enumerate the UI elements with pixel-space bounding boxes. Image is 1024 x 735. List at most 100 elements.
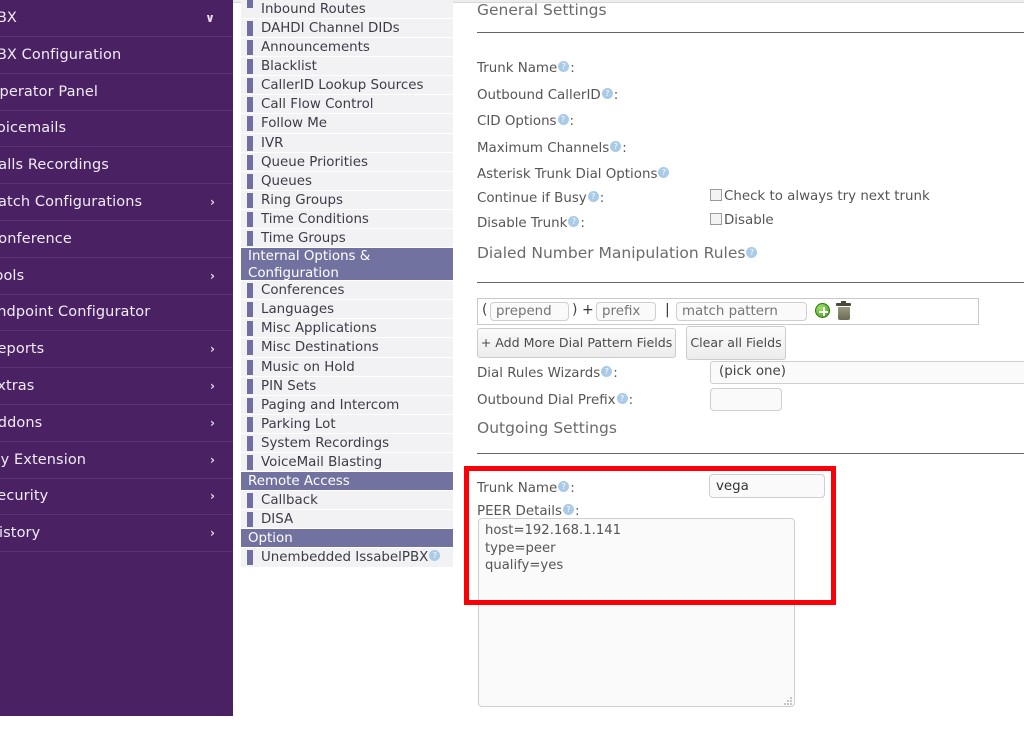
sidebar-item-endpoint-configurator[interactable]: Endpoint Configurator: [0, 295, 233, 332]
nav-item-dahdi-channel-dids[interactable]: DAHDI Channel DIDs: [241, 19, 453, 39]
help-icon[interactable]: ?: [658, 167, 670, 178]
help-icon[interactable]: ?: [429, 550, 441, 562]
nav-item-label: DISA: [261, 512, 294, 528]
nav-item-unembedded-issabelpbx[interactable]: Unembedded IssabelPBX?: [241, 548, 453, 568]
nav-item-announcements[interactable]: Announcements: [241, 38, 453, 58]
nav-item-call-flow-control[interactable]: Call Flow Control: [241, 95, 453, 115]
sidebar-item-pbx[interactable]: PBX ∨: [0, 0, 233, 37]
help-icon[interactable]: ?: [587, 191, 599, 202]
chevron-right-icon[interactable]: ›: [210, 489, 215, 503]
nav-item-blacklist[interactable]: Blacklist: [241, 57, 453, 77]
outgoing-trunk-name-label: Trunk Name?:: [477, 481, 575, 496]
nav-item-ring-groups[interactable]: Ring Groups: [241, 190, 453, 210]
bullet-marker-icon: [247, 454, 253, 470]
chevron-right-icon[interactable]: ›: [210, 269, 215, 283]
nav-item-queues[interactable]: Queues: [241, 171, 453, 191]
bullet-marker-icon: [247, 59, 253, 75]
sidebar-item-operator-panel[interactable]: Operator Panel: [0, 74, 233, 111]
general-settings-divider: [477, 32, 1024, 33]
peer-details-label: PEER Details?:: [477, 504, 580, 519]
bullet-marker-icon: [247, 231, 253, 247]
delete-row-icon[interactable]: [836, 301, 851, 320]
sidebar-item-history[interactable]: History ›: [0, 515, 233, 553]
help-icon[interactable]: ?: [558, 61, 570, 72]
nav-section-header-label: Remote Access: [248, 474, 350, 490]
nav-item-time-conditions[interactable]: Time Conditions: [241, 209, 453, 230]
help-icon[interactable]: ?: [601, 88, 613, 99]
nav-item-voicemail-blasting[interactable]: VoiceMail Blasting: [241, 452, 453, 473]
nav-item-label: Time Conditions: [261, 211, 369, 227]
sidebar-item-my-extension[interactable]: My Extension ›: [0, 442, 233, 479]
nav-item-time-groups[interactable]: Time Groups: [241, 229, 453, 249]
help-icon[interactable]: ?: [610, 141, 622, 152]
sidebar-item-voicemails[interactable]: Voicemails: [0, 111, 233, 148]
disable-trunk-checkbox[interactable]: [710, 213, 722, 225]
sidebar-item-reports[interactable]: Reports ›: [0, 331, 233, 369]
sidebar-item-tools[interactable]: Tools ›: [0, 258, 233, 295]
nav-item-callback[interactable]: Callback: [241, 491, 453, 511]
add-row-icon[interactable]: [815, 303, 830, 318]
sidebar-item-conference[interactable]: Conference: [0, 221, 233, 258]
sidebar-item-batch-configurations[interactable]: Batch Configurations ›: [0, 184, 233, 221]
resize-grip-icon[interactable]: [784, 697, 793, 706]
nav-item-disa[interactable]: DISA: [241, 510, 453, 530]
nav-item-follow-me[interactable]: Follow Me: [241, 114, 453, 134]
help-icon[interactable]: ?: [601, 366, 613, 377]
outgoing-trunk-name-label-text: Trunk Name: [477, 481, 558, 496]
pipe-separator: |: [665, 302, 670, 318]
nav-item-label: Misc Applications: [261, 321, 377, 337]
nav-item-pin-sets[interactable]: PIN Sets: [241, 376, 453, 396]
outbound-callerid-label: Outbound CallerID?:: [477, 88, 619, 103]
nav-item-languages[interactable]: Languages: [241, 300, 453, 320]
sidebar-item-calls-recordings[interactable]: Calls Recordings: [0, 147, 233, 185]
nav-item-misc-destinations[interactable]: Misc Destinations: [241, 338, 453, 358]
nav-item-queue-priorities[interactable]: Queue Priorities: [241, 152, 453, 172]
outgoing-trunk-name-input[interactable]: [709, 474, 825, 498]
sidebar-item-pbx-configuration[interactable]: PBX Configuration: [0, 37, 233, 74]
chevron-right-icon[interactable]: ›: [210, 379, 215, 393]
nav-item-conferences[interactable]: Conferences: [241, 281, 453, 301]
dial-rules-wizards-select[interactable]: (pick one): [710, 361, 1024, 384]
app-root: PBX ∨ PBX Configuration Operator Panel Voice…: [0, 0, 1024, 735]
help-icon[interactable]: ?: [558, 481, 570, 492]
nav-item-parking-lot[interactable]: Parking Lot: [241, 414, 453, 434]
nav-item-inbound-routes[interactable]: Inbound Routes: [241, 0, 453, 19]
chevron-right-icon[interactable]: ›: [210, 416, 215, 430]
bullet-marker-icon: [247, 359, 253, 375]
chevron-right-icon[interactable]: ›: [210, 526, 215, 540]
clear-all-fields-button[interactable]: Clear all Fields: [686, 326, 786, 360]
chevron-right-icon[interactable]: ›: [210, 195, 215, 209]
help-icon[interactable]: ?: [616, 393, 628, 404]
sidebar-item-addons[interactable]: Addons ›: [0, 405, 233, 442]
caret-down-icon[interactable]: ∨: [205, 11, 215, 25]
bullet-marker-icon: [247, 40, 253, 56]
dial-rules-wizards-label-text: Dial Rules Wizards: [477, 366, 601, 381]
nav-item-system-recordings[interactable]: System Recordings: [241, 433, 453, 453]
maximum-channels-label: Maximum Channels?:: [477, 141, 627, 156]
nav-item-misc-applications[interactable]: Misc Applications: [241, 319, 453, 339]
sidebar-item-security[interactable]: Security ›: [0, 479, 233, 516]
continue-if-busy-checkbox[interactable]: [710, 189, 722, 201]
prepend-input[interactable]: [490, 302, 569, 321]
help-icon[interactable]: ?: [557, 114, 569, 125]
help-icon[interactable]: ?: [568, 216, 580, 227]
chevron-right-icon[interactable]: ›: [210, 342, 215, 356]
bullet-marker-icon: [247, 340, 253, 356]
nav-item-paging-and-intercom[interactable]: Paging and Intercom: [241, 395, 453, 415]
outbound-dial-prefix-input[interactable]: [710, 388, 782, 411]
nav-item-ivr[interactable]: IVR: [241, 133, 453, 153]
sidebar-item-label: My Extension: [0, 451, 87, 468]
chevron-right-icon[interactable]: ›: [210, 453, 215, 467]
trunk-name-label: Trunk Name?:: [477, 61, 575, 76]
add-more-dial-pattern-fields-button[interactable]: + Add More Dial Pattern Fields: [477, 328, 676, 358]
asterisk-dial-options-label-text: Asterisk Trunk Dial Options: [477, 167, 658, 182]
nav-item-callerid-lookup-sources[interactable]: CallerID Lookup Sources: [241, 76, 453, 96]
peer-details-textarea[interactable]: host=192.168.1.141 type=peer qualify=yes: [478, 518, 795, 707]
help-icon[interactable]: ?: [746, 247, 758, 258]
match-pattern-input[interactable]: [676, 302, 807, 321]
help-icon[interactable]: ?: [562, 504, 574, 515]
sidebar-item-extras[interactable]: Extras ›: [0, 368, 233, 405]
bullet-marker-icon: [247, 302, 253, 318]
prefix-input[interactable]: [596, 302, 656, 321]
nav-item-music-on-hold[interactable]: Music on Hold: [241, 357, 453, 377]
